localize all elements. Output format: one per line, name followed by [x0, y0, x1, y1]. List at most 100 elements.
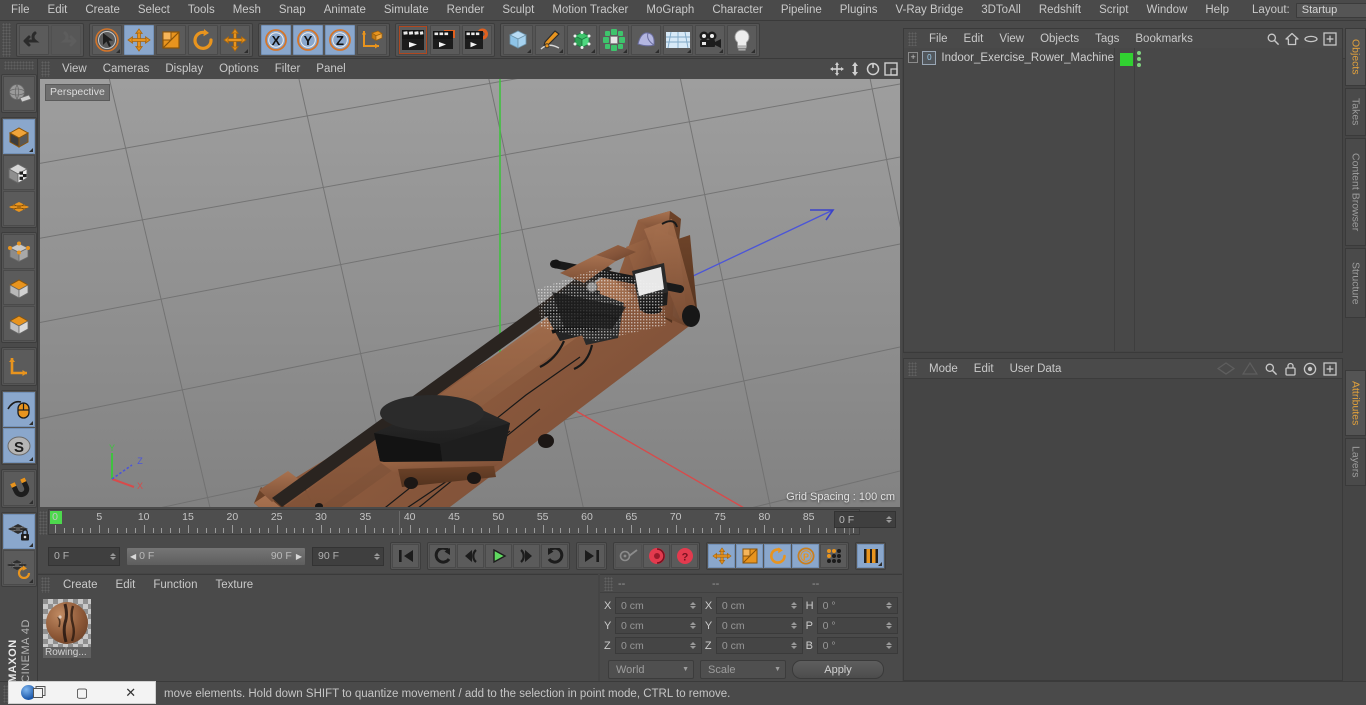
menu-render[interactable]: Render — [438, 0, 494, 20]
position-key-icon[interactable] — [708, 544, 735, 568]
menu-simulate[interactable]: Simulate — [375, 0, 438, 20]
timeline-ruler[interactable]: 051015202530354045505560657075808590 0 F — [39, 509, 896, 537]
ellipse-icon[interactable] — [1304, 32, 1318, 46]
parameter-key-icon[interactable] — [820, 544, 847, 568]
stepper-icon[interactable] — [886, 516, 892, 523]
menu-character[interactable]: Character — [703, 0, 772, 20]
step-back-key-icon[interactable] — [429, 544, 456, 568]
timeline-icon[interactable] — [857, 544, 884, 568]
floor-scene-icon[interactable] — [663, 24, 693, 55]
range-right-arrow-icon[interactable]: ▶ — [296, 552, 302, 561]
play-forward-icon[interactable] — [485, 544, 512, 568]
search-icon[interactable] — [1266, 32, 1280, 46]
expand-toggle-icon[interactable]: + — [908, 52, 919, 63]
preview-range-slider[interactable]: ◀ 0 F 90 F ▶ — [126, 546, 306, 566]
globe-select-icon[interactable] — [2, 76, 35, 111]
maximize-view-icon[interactable] — [883, 62, 898, 77]
viewport-grip[interactable] — [41, 61, 50, 77]
menu-tools[interactable]: Tools — [179, 0, 224, 20]
left-toolbar-grip[interactable] — [3, 61, 34, 70]
stepper-icon[interactable] — [790, 642, 797, 649]
size-y-input[interactable]: 0 cm — [715, 617, 803, 634]
current-frame-input[interactable]: 0 F — [48, 546, 120, 566]
point-mode-icon[interactable] — [2, 234, 35, 269]
om-menu-edit[interactable]: Edit — [956, 30, 992, 48]
deformer-icon[interactable] — [631, 24, 661, 55]
material-menu-edit[interactable]: Edit — [107, 576, 145, 594]
coordinates-grip[interactable] — [604, 576, 613, 591]
go-to-start-icon[interactable] — [392, 544, 419, 568]
pan-icon[interactable] — [829, 62, 844, 77]
material-grip[interactable] — [41, 576, 50, 593]
autokey-icon[interactable] — [615, 544, 642, 568]
workplane-icon[interactable] — [2, 191, 35, 226]
tab-content-browser[interactable]: Content Browser — [1345, 138, 1366, 246]
light-icon[interactable] — [727, 24, 757, 55]
menu-help[interactable]: Help — [1196, 0, 1238, 20]
attr-menu-user-data[interactable]: User Data — [1002, 360, 1070, 378]
select-cursor-icon[interactable] — [92, 24, 122, 55]
menu-3dtoall[interactable]: 3DToAll — [972, 0, 1030, 20]
app-restore-icon[interactable] — [9, 682, 58, 703]
om-menu-objects[interactable]: Objects — [1032, 30, 1087, 48]
planar-workplane-icon[interactable] — [2, 550, 35, 585]
coordinate-system-dropdown[interactable]: World ▼ — [608, 660, 694, 679]
frame-forward-icon[interactable] — [513, 544, 540, 568]
menu-plugins[interactable]: Plugins — [831, 0, 887, 20]
go-to-end-icon[interactable] — [578, 544, 605, 568]
edge-mode-icon[interactable] — [2, 270, 35, 305]
object-manager-grip[interactable] — [908, 31, 917, 46]
timeline-track[interactable]: 051015202530354045505560657075808590 — [48, 509, 860, 535]
menu-window[interactable]: Window — [1137, 0, 1196, 20]
menu-edit[interactable]: Edit — [39, 0, 77, 20]
tab-takes[interactable]: Takes — [1345, 88, 1366, 136]
menu-sculpt[interactable]: Sculpt — [493, 0, 543, 20]
menu-file[interactable]: File — [2, 0, 39, 20]
material-menu-function[interactable]: Function — [144, 576, 206, 594]
rotation-b-input[interactable]: 0 ° — [816, 637, 898, 654]
rotate-view-icon[interactable] — [865, 62, 880, 77]
render-region-icon[interactable] — [430, 24, 460, 55]
scale-icon[interactable] — [156, 24, 186, 55]
timeline-frame-field[interactable]: 0 F — [834, 511, 896, 528]
end-frame-input[interactable]: 90 F — [312, 546, 384, 566]
menu-vray-bridge[interactable]: V-Ray Bridge — [886, 0, 972, 20]
attr-menu-mode[interactable]: Mode — [921, 360, 966, 378]
material-item[interactable]: Rowing... — [43, 599, 91, 658]
om-menu-tags[interactable]: Tags — [1087, 30, 1127, 48]
material-menu-texture[interactable]: Texture — [206, 576, 262, 594]
camera-icon[interactable] — [695, 24, 725, 55]
attribute-manager-grip[interactable] — [908, 361, 917, 376]
mograph-icon[interactable] — [599, 24, 629, 55]
frame-back-icon[interactable] — [457, 544, 484, 568]
menu-animate[interactable]: Animate — [315, 0, 375, 20]
rotate-icon[interactable] — [188, 24, 218, 55]
menu-redshift[interactable]: Redshift — [1030, 0, 1090, 20]
rotation-h-input[interactable]: 0 ° — [816, 597, 898, 614]
viewport-menu-panel[interactable]: Panel — [308, 60, 353, 78]
tab-structure[interactable]: Structure — [1345, 248, 1366, 318]
viewport-menu-cameras[interactable]: Cameras — [95, 60, 158, 78]
stepper-icon[interactable] — [885, 622, 892, 629]
pla-key-icon[interactable]: P — [792, 544, 819, 568]
om-menu-view[interactable]: View — [991, 30, 1032, 48]
viewport-menu-filter[interactable]: Filter — [267, 60, 309, 78]
material-thumbnail[interactable] — [43, 599, 91, 647]
move-axis-icon[interactable] — [220, 24, 250, 55]
polygon-mode-icon[interactable] — [2, 306, 35, 341]
magnet-icon[interactable] — [2, 471, 35, 506]
record-keyframe-icon[interactable] — [643, 544, 670, 568]
om-menu-file[interactable]: File — [921, 30, 956, 48]
stepper-icon[interactable] — [790, 602, 797, 609]
size-mode-dropdown[interactable]: Scale ▼ — [700, 660, 786, 679]
stepper-icon[interactable] — [374, 552, 380, 560]
dolly-icon[interactable] — [847, 62, 862, 77]
visibility-tag-icon[interactable] — [1120, 52, 1133, 66]
position-x-input[interactable]: 0 cm — [614, 597, 702, 614]
redo-icon[interactable] — [51, 24, 81, 55]
menu-pipeline[interactable]: Pipeline — [772, 0, 831, 20]
viewport-menu-view[interactable]: View — [54, 60, 95, 78]
object-row[interactable]: + 0 Indoor_Exercise_Rower_Machine — [904, 48, 1114, 67]
position-z-input[interactable]: 0 cm — [614, 637, 702, 654]
soft-selection-icon[interactable]: S — [2, 428, 35, 463]
